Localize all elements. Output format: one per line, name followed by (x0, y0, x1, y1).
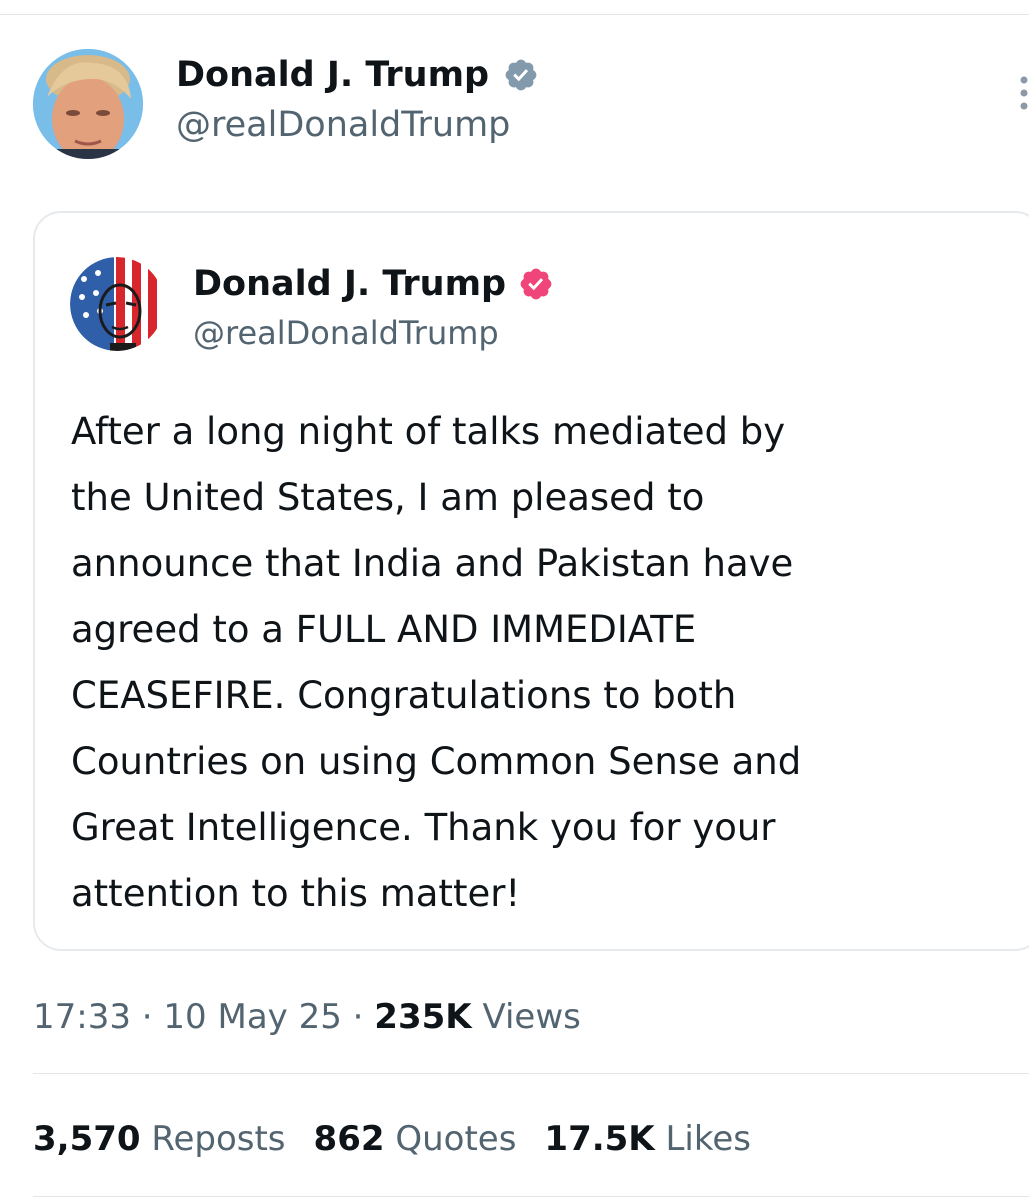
author-name-row[interactable]: Donald J. Trump (176, 52, 539, 98)
stats-divider (33, 1196, 1029, 1197)
quotes-label: Quotes (395, 1119, 517, 1159)
author-portrait-icon (33, 49, 143, 159)
reposts-stat[interactable]: 3,570 Reposts (33, 1119, 286, 1159)
meta-separator: · (352, 997, 364, 1037)
post-date[interactable]: 10 May 25 (163, 997, 341, 1037)
likes-count: 17.5K (544, 1119, 655, 1159)
author-name[interactable]: Donald J. Trump (176, 52, 489, 98)
more-options-icon[interactable] (1016, 76, 1029, 110)
quoted-author-name[interactable]: Donald J. Trump (193, 262, 506, 306)
meta-separator: · (141, 997, 153, 1037)
post-stats: 3,570 Reposts 862 Quotes 17.5K Likes (33, 1116, 751, 1162)
author-avatar[interactable] (33, 49, 143, 159)
likes-stat[interactable]: 17.5K Likes (544, 1119, 751, 1159)
flag-portrait-icon (70, 257, 164, 351)
reposts-label: Reposts (151, 1119, 286, 1159)
reposts-count: 3,570 (33, 1119, 141, 1159)
quoted-post-text: After a long night of talks mediated by … (71, 399, 991, 927)
quoted-author-avatar[interactable] (70, 257, 164, 351)
top-divider (0, 14, 1029, 15)
post-text-line: announce that India and Pakistan have (71, 542, 794, 585)
quotes-count: 862 (313, 1119, 385, 1159)
post-text-line: After a long night of talks mediated by (71, 410, 786, 453)
post-text-line: CEASEFIRE. Congratulations to both (71, 674, 737, 717)
post-text-line: Great Intelligence. Thank you for your (71, 806, 776, 849)
post-text-line: Countries on using Common Sense and (71, 740, 802, 783)
post-time[interactable]: 17:33 (33, 997, 131, 1037)
post-meta: 17:33 · 10 May 25 · 235K Views (33, 994, 581, 1040)
views-count: 235K (374, 997, 472, 1037)
quoted-author-name-row[interactable]: Donald J. Trump (193, 262, 554, 306)
meta-divider (33, 1073, 1029, 1074)
verified-badge-icon (520, 268, 552, 300)
post-text-line: the United States, I am pleased to (71, 476, 705, 519)
likes-label: Likes (665, 1119, 751, 1159)
quoted-author-handle[interactable]: @realDonaldTrump (193, 312, 499, 354)
quotes-stat[interactable]: 862 Quotes (314, 1119, 517, 1159)
views-label: Views (482, 997, 581, 1037)
author-handle[interactable]: @realDonaldTrump (176, 103, 510, 147)
post-text-line: agreed to a FULL AND IMMEDIATE (71, 608, 697, 651)
verified-badge-icon (505, 59, 537, 91)
post-text-line: attention to this matter! (71, 872, 521, 915)
